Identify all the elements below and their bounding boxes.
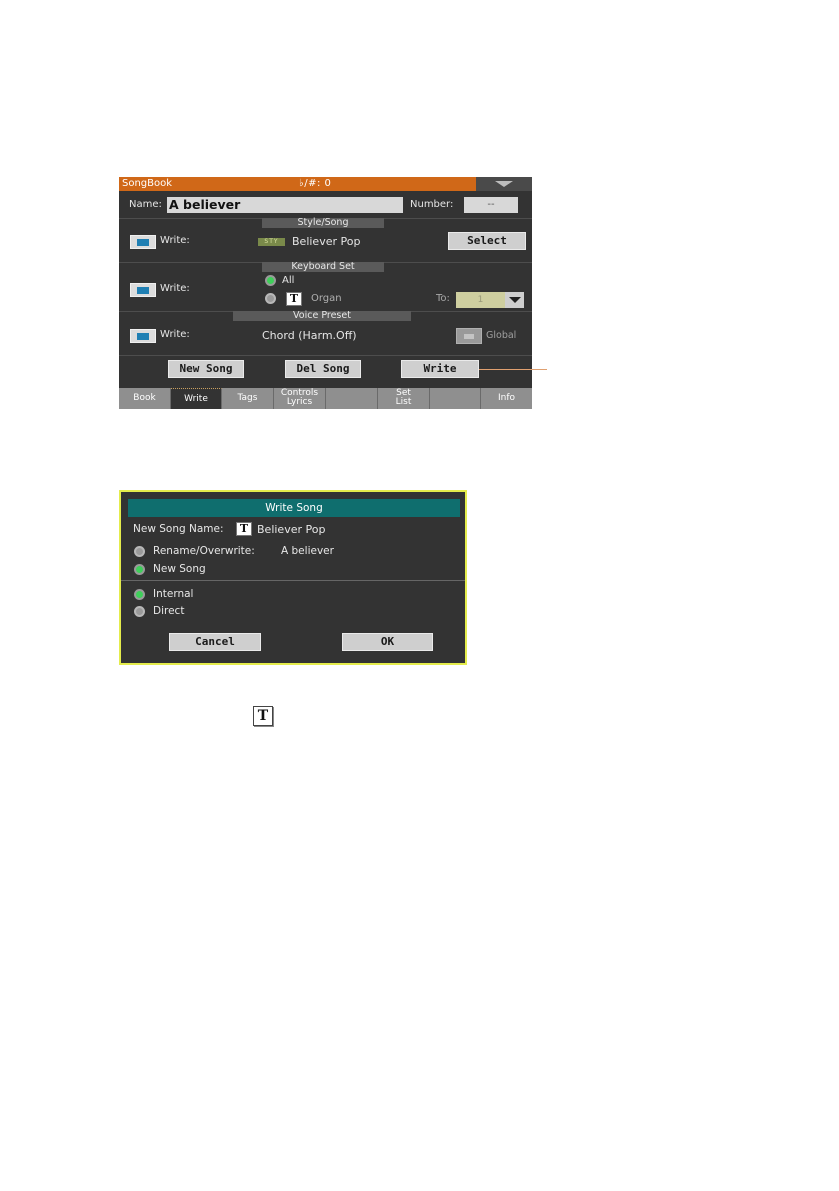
divider <box>121 580 465 581</box>
name-label: Name: <box>129 199 162 210</box>
chevron-down-icon[interactable] <box>505 292 524 308</box>
del-song-button[interactable]: Del Song <box>285 360 361 378</box>
to-select[interactable]: 1 <box>456 292 505 308</box>
tab-empty[interactable] <box>430 388 481 409</box>
write-label: Write: <box>160 329 190 340</box>
radio-single[interactable] <box>265 293 276 304</box>
new-song-label: New Song <box>153 563 206 575</box>
write-voice-preset-checkbox[interactable] <box>130 329 156 343</box>
callout-line <box>479 369 547 370</box>
tab-write[interactable]: Write <box>171 388 222 409</box>
tab-controls-lyrics[interactable]: Controls Lyrics <box>274 388 326 409</box>
select-button[interactable]: Select <box>448 232 526 250</box>
option-single-label: Organ <box>311 293 342 304</box>
new-song-name-value: Believer Pop <box>257 523 326 536</box>
write-keyboard-set-checkbox[interactable] <box>130 283 156 297</box>
song-number-field[interactable]: -- <box>464 197 518 213</box>
text-edit-icon: T <box>253 706 273 726</box>
radio-internal[interactable] <box>134 589 145 600</box>
text-edit-icon[interactable]: T <box>286 292 302 306</box>
page-menu-icon[interactable] <box>495 181 513 187</box>
rename-target: A believer <box>281 545 334 557</box>
global-label: Global <box>486 330 517 341</box>
radio-direct[interactable] <box>134 606 145 617</box>
dialog-title: Write Song <box>128 499 460 517</box>
write-label: Write: <box>160 283 190 294</box>
write-style-checkbox[interactable] <box>130 235 156 249</box>
new-song-name-label: New Song Name: <box>133 523 224 535</box>
number-label: Number: <box>410 199 454 210</box>
write-button[interactable]: Write <box>401 360 479 378</box>
style-badge-icon: STY <box>258 238 285 246</box>
divider <box>119 355 532 356</box>
page-title: SongBook <box>122 178 173 189</box>
internal-label: Internal <box>153 588 194 600</box>
rename-overwrite-label: Rename/Overwrite: <box>153 545 255 557</box>
radio-new-song[interactable] <box>134 564 145 575</box>
ok-button[interactable]: OK <box>342 633 433 651</box>
text-edit-icon[interactable]: T <box>236 522 252 536</box>
section-style-song: Style/Song <box>262 218 384 228</box>
songbook-write-screen: SongBook ♭/#: 0 Name: A believer Number:… <box>119 177 532 409</box>
section-voice-preset: Voice Preset <box>233 311 411 321</box>
radio-all[interactable] <box>265 275 276 286</box>
tab-info[interactable]: Info <box>481 388 532 409</box>
section-keyboard-set: Keyboard Set <box>262 262 384 272</box>
tab-empty[interactable] <box>326 388 378 409</box>
song-name-field[interactable]: A believer <box>167 197 403 213</box>
write-label: Write: <box>160 235 190 246</box>
new-song-button[interactable]: New Song <box>168 360 244 378</box>
style-value: Believer Pop <box>292 235 361 248</box>
direct-label: Direct <box>153 605 185 617</box>
tab-book[interactable]: Book <box>119 388 171 409</box>
option-all-label: All <box>282 275 295 286</box>
write-song-dialog: Write Song New Song Name: T Believer Pop… <box>119 490 467 665</box>
to-label: To: <box>436 293 450 304</box>
tab-set-list[interactable]: Set List <box>378 388 430 409</box>
tab-tags[interactable]: Tags <box>222 388 274 409</box>
voice-preset-value: Chord (Harm.Off) <box>262 329 357 342</box>
key-indicator: ♭/#: 0 <box>299 178 332 189</box>
radio-rename-overwrite[interactable] <box>134 546 145 557</box>
cancel-button[interactable]: Cancel <box>169 633 261 651</box>
global-checkbox[interactable] <box>456 328 482 344</box>
